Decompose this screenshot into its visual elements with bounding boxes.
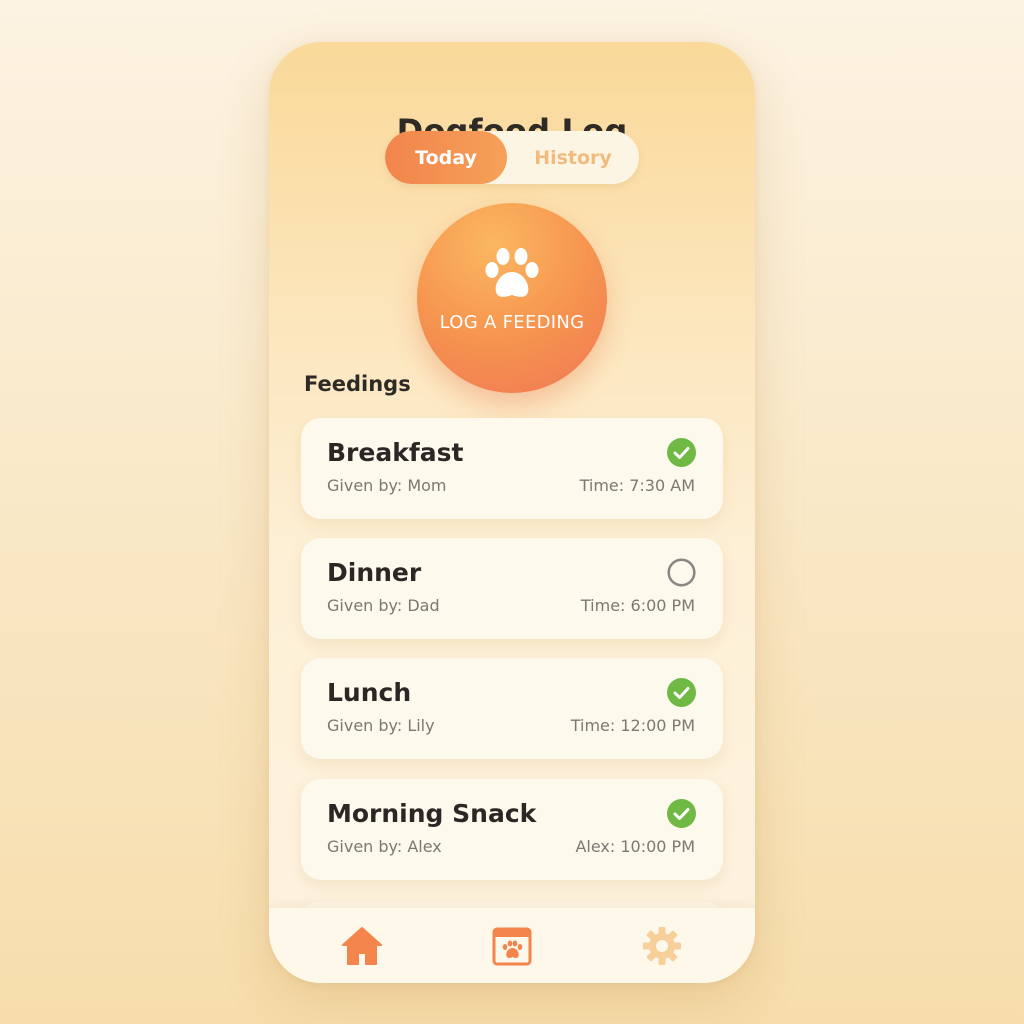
check-circle-icon[interactable] [667, 678, 696, 707]
tab-today[interactable]: Today [385, 131, 507, 184]
check-circle-icon[interactable] [667, 438, 696, 467]
meal-name: Breakfast [327, 438, 464, 467]
given-by: Given by: Lily [327, 716, 435, 735]
check-circle-icon[interactable] [667, 799, 696, 828]
feeding-time: Time: 12:00 PM [570, 716, 695, 735]
log-feeding-label: LOG A FEEDING [439, 312, 585, 333]
given-by: Given by: Alex [327, 837, 442, 856]
feeding-card[interactable]: Morning Snack Given by: Alex Alex: 10:00… [301, 779, 723, 880]
bottom-tab-bar [269, 908, 755, 983]
phone-screen: Dogfood Log Today History LOG A FEEDING … [269, 42, 755, 983]
view-toggle: Today History [385, 131, 639, 184]
feeding-time: Time: 6:00 PM [580, 596, 695, 615]
feeding-card[interactable]: Breakfast Given by: Mom Time: 7:30 AM [301, 418, 723, 519]
gear-icon[interactable] [641, 926, 683, 966]
meal-name: Dinner [327, 558, 422, 587]
given-by: Given by: Mom [327, 476, 447, 495]
feeding-time: Time: 7:30 AM [579, 476, 695, 495]
feeding-card[interactable]: Dinner Given by: Dad Time: 6:00 PM [301, 538, 723, 639]
empty-circle-icon[interactable] [667, 558, 696, 587]
feeding-time: Alex: 10:00 PM [575, 837, 695, 856]
tab-history[interactable]: History [507, 131, 639, 184]
calendar-paw-icon[interactable] [491, 926, 533, 966]
meal-name: Lunch [327, 678, 412, 707]
home-icon[interactable] [341, 926, 383, 966]
feedings-heading: Feedings [304, 372, 411, 396]
log-feeding-button[interactable]: LOG A FEEDING [417, 203, 607, 393]
paw-icon [485, 248, 539, 297]
given-by: Given by: Dad [327, 596, 440, 615]
meal-name: Morning Snack [327, 799, 537, 828]
feeding-card[interactable]: Lunch Given by: Lily Time: 12:00 PM [301, 658, 723, 759]
